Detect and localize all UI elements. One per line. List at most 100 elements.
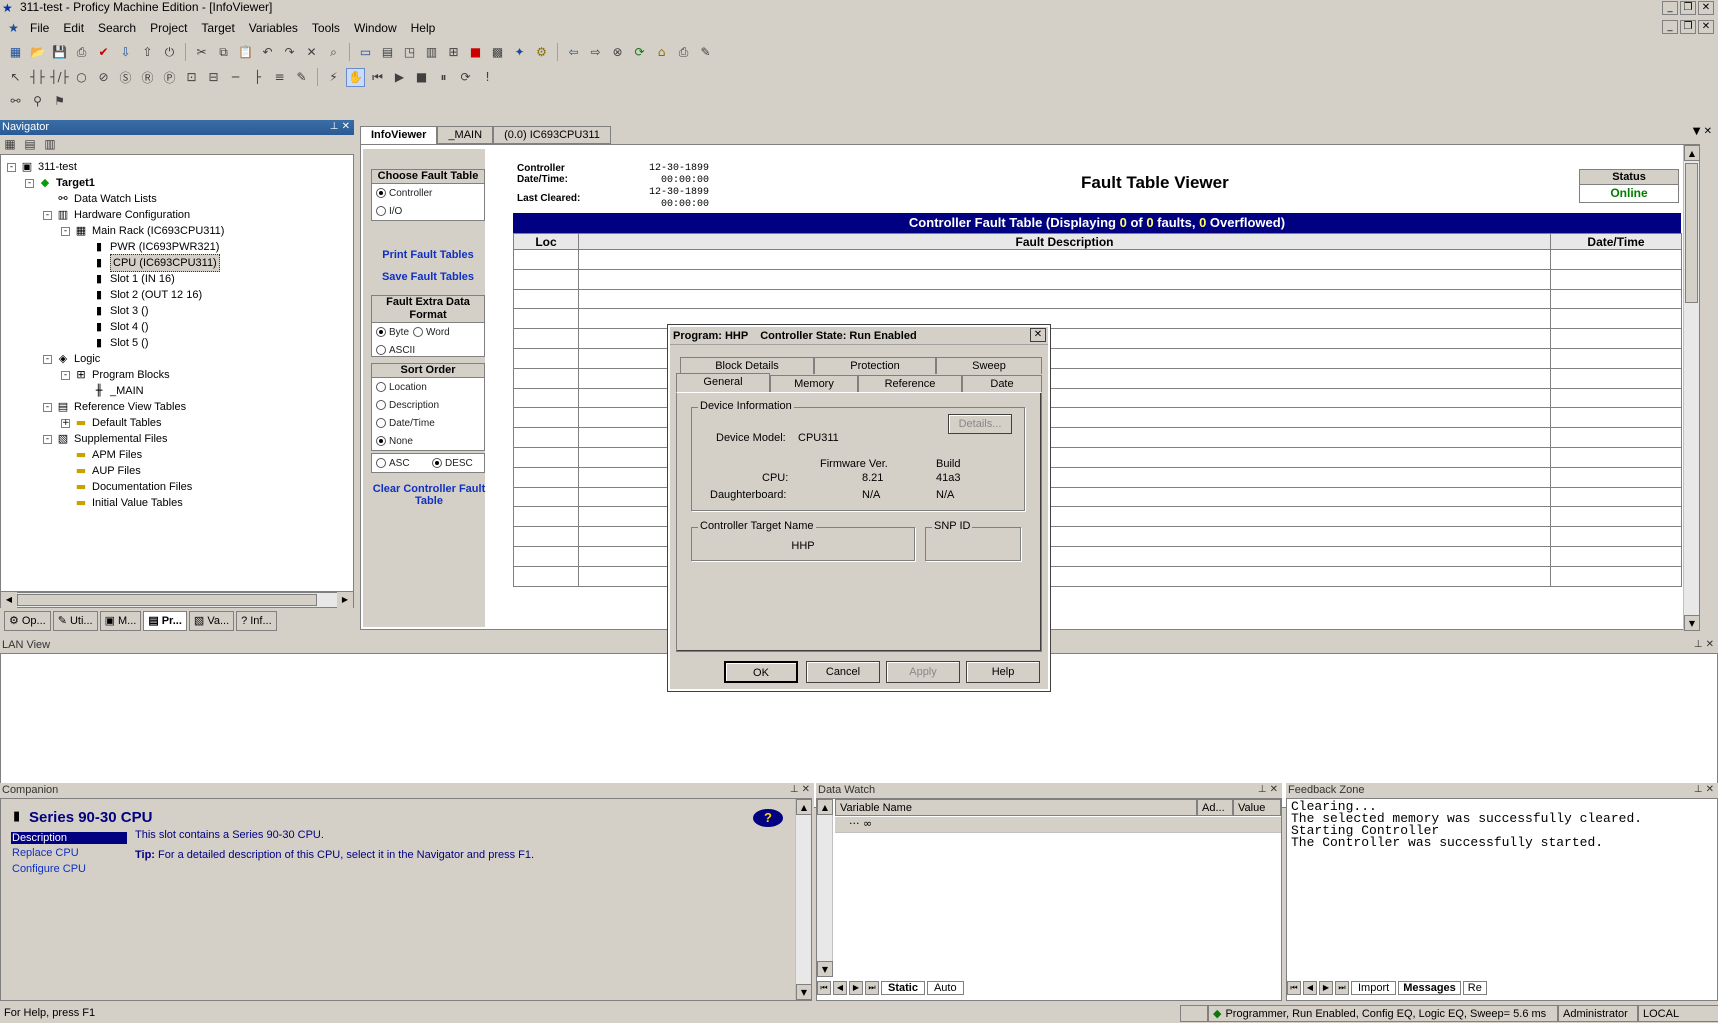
restore-button[interactable]: ❐ [1680, 1, 1696, 15]
collapse-icon[interactable]: - [61, 370, 70, 380]
coil-pos-icon[interactable]: Ⓟ [160, 68, 179, 87]
reference-icon[interactable]: ▩ [488, 43, 507, 62]
tab-auto[interactable]: Auto [926, 981, 964, 995]
find-icon[interactable]: ⌕ [324, 43, 343, 62]
doc-restore-button[interactable]: ❐ [1680, 20, 1696, 34]
data-watch-new-row[interactable]: ··· ∞ [835, 817, 1281, 833]
navigator-icon[interactable]: ▭ [356, 43, 375, 62]
fb-last-icon[interactable]: ⏭ [1335, 981, 1349, 995]
data-watch-pin-close[interactable]: ⊥ ✕ [1258, 783, 1278, 797]
companion-link-configure[interactable]: Configure CPU [12, 863, 86, 875]
tab-utilities[interactable]: ✎ Uti... [52, 611, 98, 631]
programmer-mode-icon[interactable]: ✋ [346, 67, 365, 87]
edit-rung-icon[interactable]: ✎ [292, 68, 311, 87]
tab-reference[interactable]: Reference [858, 375, 962, 392]
companion-scroll-up-icon[interactable]: ▲ [796, 799, 812, 815]
go-start-icon[interactable]: ⏮ [368, 68, 387, 87]
tab-main[interactable]: _MAIN [437, 126, 494, 144]
ok-button[interactable]: OK [724, 661, 798, 683]
radio-desc[interactable]: DESC [428, 454, 473, 472]
undo-icon[interactable]: ↶ [258, 43, 277, 62]
radio-byte[interactable]: Byte [372, 323, 409, 341]
collapse-icon[interactable]: - [43, 434, 52, 444]
tree-item[interactable]: ▮ Slot 3 () [79, 303, 149, 319]
collapse-icon[interactable]: - [7, 162, 16, 172]
menu-window[interactable]: Window [347, 19, 404, 37]
download-icon[interactable]: ⇩ [116, 43, 135, 62]
radio-io[interactable]: I/O [372, 202, 484, 220]
menu-file[interactable]: File [23, 19, 56, 37]
upload-icon[interactable]: ⇧ [138, 43, 157, 62]
tab-static[interactable]: Static [881, 981, 925, 995]
infoviewer-icon[interactable]: ✦ [510, 43, 529, 62]
tree-item[interactable]: ▬ Documentation Files [61, 479, 192, 495]
collapse-icon[interactable]: - [43, 354, 52, 364]
pointer-icon[interactable]: ↖ [6, 68, 25, 87]
apply-button[interactable]: Apply [886, 661, 960, 683]
tab-import[interactable]: Import [1351, 981, 1397, 995]
tab-protection[interactable]: Protection [814, 357, 936, 374]
col-address[interactable]: Ad... [1197, 799, 1233, 816]
cut-icon[interactable]: ✂ [192, 43, 211, 62]
radio-none[interactable]: None [372, 432, 484, 450]
tab-infoviewer[interactable]: InfoViewer [360, 126, 438, 144]
toggle-icon[interactable]: ⏻ [160, 43, 179, 62]
tree-item[interactable]: ▬ APM Files [61, 447, 142, 463]
dw-next-icon[interactable]: ▶ [849, 981, 863, 995]
tab-variables[interactable]: ▧ Va... [188, 611, 235, 631]
tab-manager[interactable]: ▣ M... [99, 611, 142, 631]
coil-reset-icon[interactable]: Ⓡ [138, 68, 157, 87]
radio-ascii[interactable]: ASCII [372, 341, 484, 359]
forward-icon[interactable]: ⇨ [586, 43, 605, 62]
companion-vscroll[interactable]: ▲ ▼ [795, 799, 812, 1000]
stop-plc-icon[interactable]: ■ [412, 68, 431, 87]
dw-scroll-down-icon[interactable]: ▼ [817, 961, 833, 977]
cancel-button[interactable]: Cancel [806, 661, 880, 683]
timer-icon[interactable]: ⊟ [204, 68, 223, 87]
menu-variables[interactable]: Variables [242, 19, 305, 37]
tree-item[interactable]: ▮ Slot 2 (OUT 12 16) [79, 287, 202, 303]
table-row[interactable] [513, 268, 1682, 290]
tab-reports[interactable]: Re [1462, 981, 1487, 995]
menu-help[interactable]: Help [404, 19, 443, 37]
tab-sweep[interactable]: Sweep [936, 357, 1042, 374]
tree-item[interactable]: ⚯ Data Watch Lists [43, 191, 156, 207]
tree-item[interactable]: ▮ Slot 1 (IN 16) [79, 271, 175, 287]
tree-item[interactable]: ▮ PWR (IC693PWR321) [79, 239, 219, 255]
refresh-icon[interactable]: ⟳ [630, 43, 649, 62]
new-project-icon[interactable]: ▦ [6, 43, 25, 62]
tab-memory[interactable]: Memory [770, 375, 858, 392]
doc-close-button[interactable]: ✕ [1698, 20, 1714, 34]
tree-item[interactable]: ▮ Slot 4 () [79, 319, 149, 335]
data-watch-icon[interactable]: ⊞ [444, 43, 463, 62]
tree-item[interactable]: ▬ AUP Files [61, 463, 141, 479]
fb-prev-icon[interactable]: ◀ [1303, 981, 1317, 995]
tree-item[interactable]: ▮ Slot 5 () [79, 335, 149, 351]
companion-link-description[interactable]: Description [11, 832, 127, 844]
online-toggle-icon[interactable]: ⚡ [324, 68, 343, 87]
tab-infoview[interactable]: ? Inf... [236, 611, 277, 631]
col-fault-description[interactable]: Fault Description [578, 233, 1551, 250]
dw-first-icon[interactable]: ⏮ [817, 981, 831, 995]
delete-icon[interactable]: ✕ [302, 43, 321, 62]
tab-project[interactable]: ▤ Pr... [143, 611, 187, 631]
pause-icon[interactable]: ⏸ [434, 68, 453, 87]
collapse-icon[interactable]: - [61, 226, 70, 236]
companion-scroll-down-icon[interactable]: ▼ [796, 984, 812, 1000]
radio-asc[interactable]: ASC [372, 454, 428, 472]
fault-vscroll[interactable]: ▲ ▼ [1683, 145, 1700, 631]
details-button[interactable]: Details... [948, 414, 1012, 434]
coil-negated-icon[interactable]: ⊘ [94, 68, 113, 87]
collapse-icon[interactable]: - [25, 178, 34, 188]
wire-v-icon[interactable]: ├ [248, 68, 267, 87]
navigator-pin-close[interactable]: ⊥ ✕ [330, 120, 350, 134]
stop-icon[interactable]: ⊗ [608, 43, 627, 62]
expand-icon[interactable]: + [61, 418, 70, 428]
companion-pin-close[interactable]: ⊥ ✕ [790, 783, 810, 797]
dialog-close-icon[interactable]: ✕ [1030, 328, 1046, 342]
edit-page-icon[interactable]: ✎ [696, 43, 715, 62]
radio-word[interactable]: Word [409, 323, 450, 341]
coil-set-icon[interactable]: Ⓢ [116, 68, 135, 87]
view-properties-icon[interactable]: ▥ [42, 137, 58, 151]
coil-icon[interactable]: ○ [72, 68, 91, 87]
